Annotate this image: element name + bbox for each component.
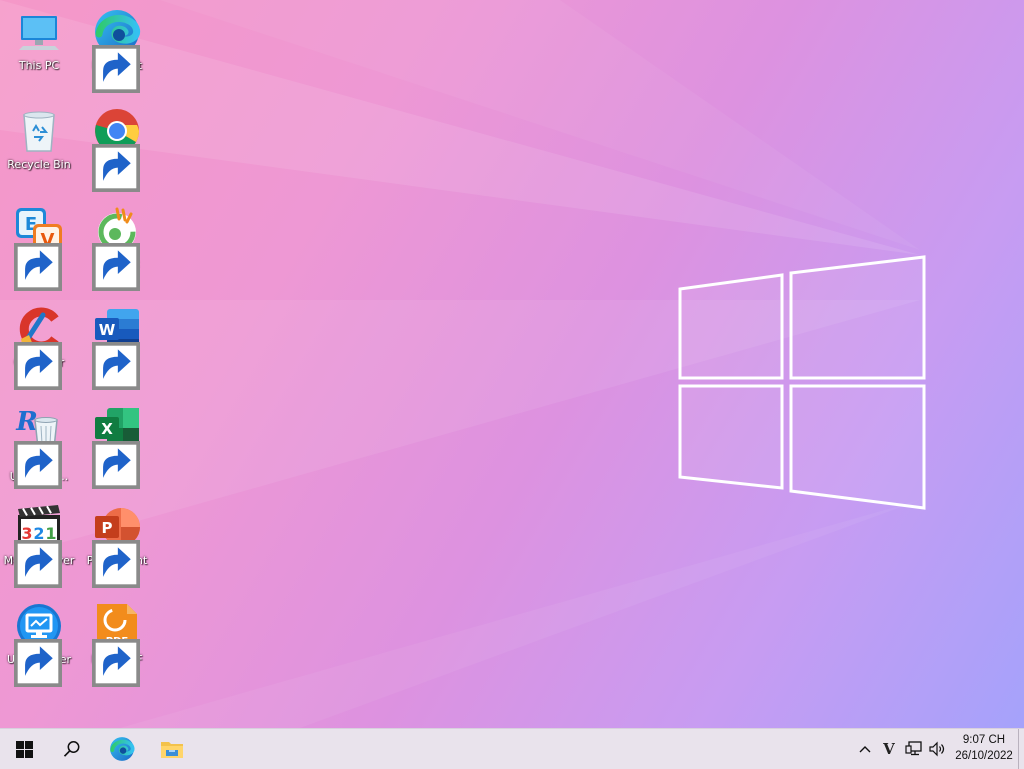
recycle-bin-icon bbox=[15, 107, 63, 155]
evkey-tray-icon: V bbox=[883, 740, 895, 758]
shortcut-arrow-icon bbox=[92, 144, 140, 192]
desktop-icon-recycle-bin[interactable]: Recycle Bin bbox=[1, 103, 77, 195]
desktop-icon-label: Recycle Bin bbox=[7, 158, 71, 171]
shortcut-arrow-icon bbox=[14, 639, 62, 687]
shortcut-arrow-icon bbox=[92, 45, 140, 93]
taskbar-file-explorer-button[interactable] bbox=[148, 729, 196, 769]
coccoc-icon bbox=[92, 206, 141, 291]
desktop-icon-ccleaner[interactable]: CCleaner bbox=[1, 301, 77, 393]
powerpoint-icon: P bbox=[92, 503, 141, 588]
desktop-icon-media-player-classic[interactable]: 321Media Player Classic bbox=[1, 499, 77, 591]
svg-text:W: W bbox=[99, 321, 116, 339]
chevron-up-icon bbox=[859, 746, 871, 753]
shortcut-arrow-icon bbox=[92, 639, 140, 687]
this-pc-icon bbox=[15, 8, 63, 56]
windows-start-icon bbox=[15, 740, 33, 758]
shortcut-arrow-icon bbox=[14, 342, 62, 390]
ultraviewer-icon bbox=[14, 602, 63, 687]
clock-time: 9:07 CH bbox=[962, 734, 1006, 746]
shortcut-arrow-icon bbox=[92, 540, 140, 588]
taskbar-edge-button[interactable] bbox=[98, 729, 146, 769]
desktop-icon-evkey[interactable]: EVEVKey bbox=[1, 202, 77, 294]
desktop-icon-excel[interactable]: XExcel bbox=[79, 400, 155, 492]
edge-icon bbox=[110, 737, 135, 761]
network-icon bbox=[905, 741, 922, 756]
taskbar: V 9:07 CH 26/10/2022 bbox=[0, 728, 1024, 769]
file-explorer-icon bbox=[161, 742, 183, 758]
volume-icon bbox=[929, 741, 945, 757]
desktop-icon-this-pc[interactable]: This PC bbox=[1, 4, 77, 96]
start-button[interactable] bbox=[0, 729, 48, 769]
ccleaner-icon bbox=[14, 305, 63, 390]
desktop-icon-word[interactable]: WWord bbox=[79, 301, 155, 393]
desktop-icon-coccoc[interactable]: Cốc Cốc bbox=[79, 202, 155, 294]
search-icon bbox=[63, 741, 80, 757]
show-hidden-icons-button[interactable] bbox=[854, 729, 876, 769]
shortcut-arrow-icon bbox=[14, 540, 62, 588]
clock-date: 26/10/2022 bbox=[955, 750, 1013, 762]
word-icon: W bbox=[92, 305, 141, 390]
desktop-icon-foxit-pdf-reader[interactable]: PDFFoxit PDF Reader bbox=[79, 598, 155, 690]
shortcut-arrow-icon bbox=[92, 243, 140, 291]
shortcut-arrow-icon bbox=[92, 342, 140, 390]
svg-text:R: R bbox=[15, 407, 38, 437]
chrome-icon bbox=[92, 107, 141, 192]
desktop[interactable]: This PC Microsoft Edge Recycle Bin Google C… bbox=[0, 0, 1024, 728]
media-player-classic-icon: 321 bbox=[14, 503, 63, 588]
desktop-icon-powerpoint[interactable]: PPowerPoint bbox=[79, 499, 155, 591]
shortcut-arrow-icon bbox=[14, 243, 62, 291]
shortcut-arrow-icon bbox=[92, 441, 140, 489]
shortcut-arrow-icon bbox=[14, 441, 62, 489]
desktop-icon-ultraviewer[interactable]: UltraViewer bbox=[1, 598, 77, 690]
excel-icon: X bbox=[92, 404, 141, 489]
desktop-icon-edge[interactable]: Microsoft Edge bbox=[79, 4, 155, 96]
desktop-icon-label: This PC bbox=[18, 59, 60, 72]
volume-button[interactable] bbox=[926, 729, 948, 769]
svg-text:P: P bbox=[102, 519, 113, 537]
revo-uninstaller-icon: R bbox=[14, 404, 63, 489]
desktop-icon-revo-uninstaller[interactable]: RRevo Uninstall... bbox=[1, 400, 77, 492]
network-button[interactable] bbox=[902, 729, 926, 769]
search-button[interactable] bbox=[48, 729, 96, 769]
evkey-tray-button[interactable]: V bbox=[878, 729, 900, 769]
evkey-icon: EV bbox=[14, 206, 63, 291]
foxit-pdf-reader-icon: PDF bbox=[92, 602, 141, 687]
edge-icon bbox=[92, 8, 141, 93]
show-desktop-button[interactable] bbox=[1018, 729, 1024, 769]
desktop-icon-chrome[interactable]: Google Chrome bbox=[79, 103, 155, 195]
system-clock[interactable]: 9:07 CH 26/10/2022 bbox=[948, 732, 1020, 764]
windows-logo-wallpaper bbox=[678, 255, 926, 510]
svg-text:X: X bbox=[101, 420, 113, 438]
